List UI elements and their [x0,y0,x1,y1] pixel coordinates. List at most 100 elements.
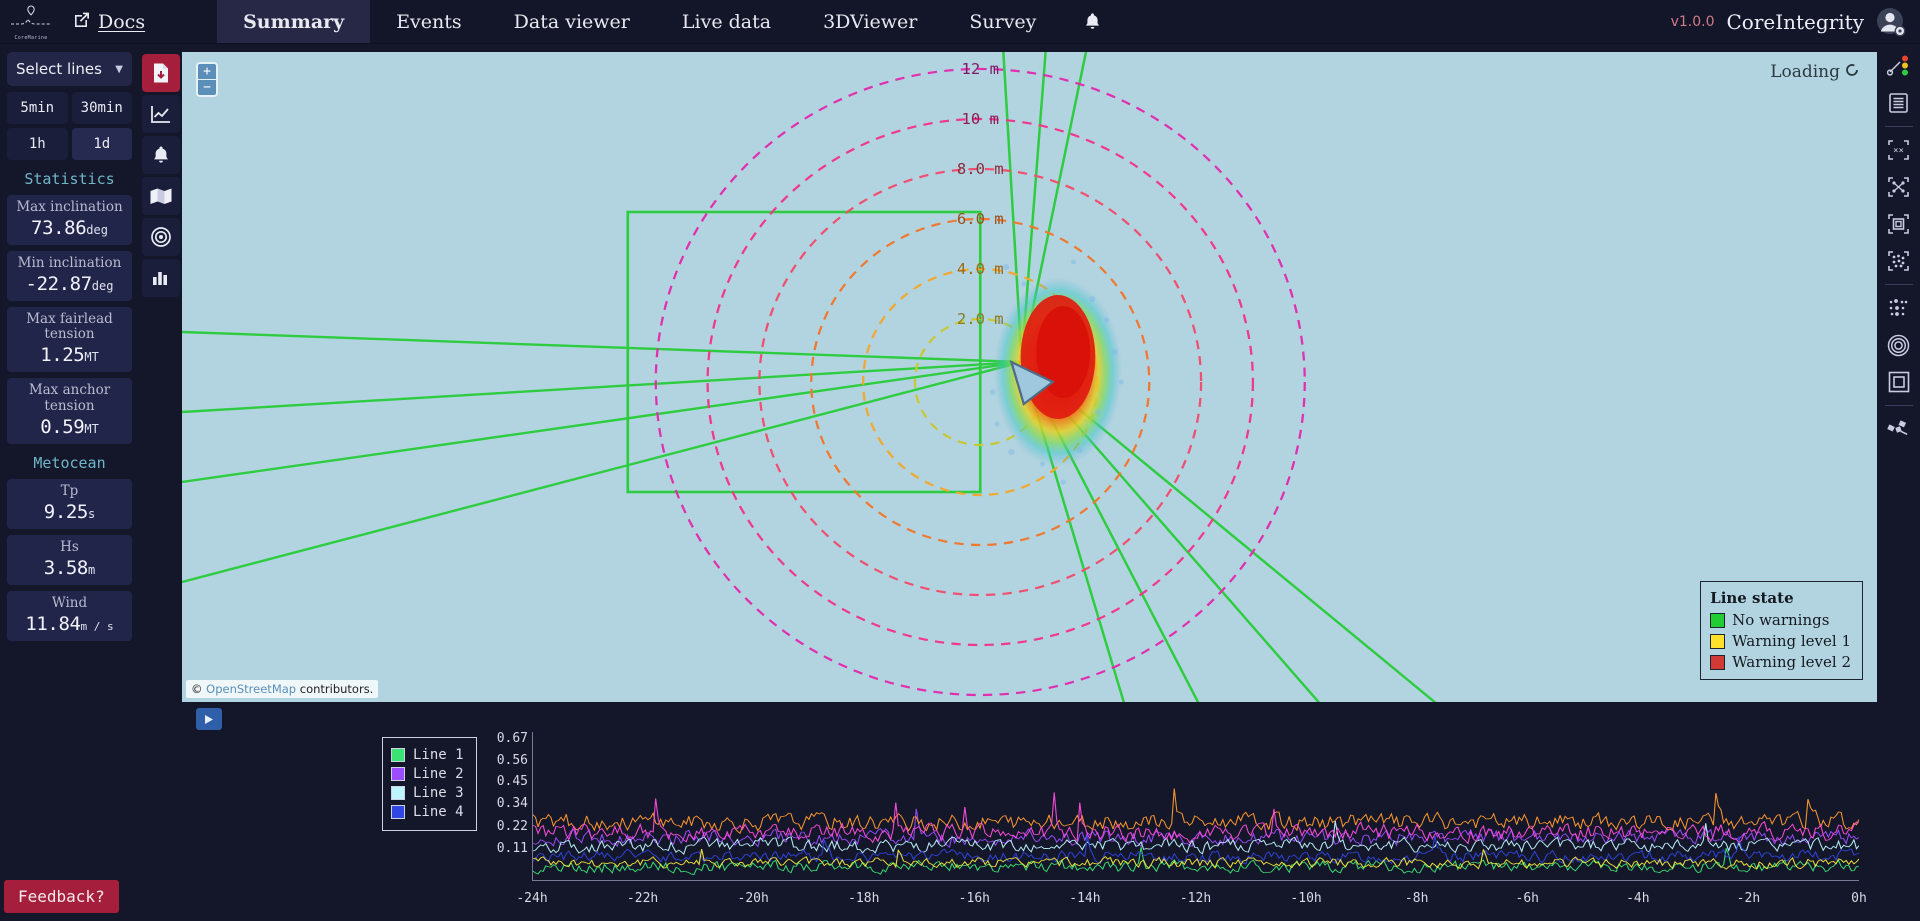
legend-label: No warnings [1732,611,1829,629]
map-icon[interactable] [142,177,180,215]
spinner-icon [1845,62,1859,82]
stat-unit: s [88,507,95,521]
stat-card-max-fairlead-tension: Max fairlead tension 1.25MT [7,307,132,372]
satellite-icon[interactable] [1882,415,1916,443]
dot-grid-icon[interactable] [1882,294,1916,322]
chart-plot-area[interactable] [532,732,1859,881]
stat-number: -22.87 [26,273,92,295]
chart-legend-row-line-3[interactable]: Line 3 [391,785,464,801]
stat-unit: MT [84,422,98,436]
chart-y-tick: 0.56 [497,754,528,767]
user-avatar-icon[interactable] [1876,7,1906,37]
chart-x-tick: -16h [959,891,990,906]
chart-y-tick: 0.45 [497,775,528,788]
stat-card-wind: Wind 11.84m / s [7,591,132,641]
square-crop-icon[interactable] [1882,210,1916,238]
metocean-section-title: Metocean [7,454,132,472]
target-icon[interactable] [142,218,180,256]
chart-legend-row-line-1[interactable]: Line 1 [391,747,464,763]
chart-x-tick: -18h [848,891,879,906]
nav-tab-3dviewer[interactable]: 3DViewer [797,0,943,43]
file-download-icon[interactable] [142,54,180,92]
stat-card-tp: Tp 9.25s [7,479,132,529]
stat-value: 9.25s [11,501,128,523]
nodes-crop-icon[interactable] [1882,173,1916,201]
scatter-crop-icon[interactable]: ×× [1882,136,1916,164]
legend-label: Line 4 [413,804,464,820]
time-btn-1h[interactable]: 1h [7,128,68,160]
legend-swatch-line-3 [391,786,405,800]
chart-x-tick: -24h [516,891,547,906]
nav-tab-summary[interactable]: Summary [217,0,370,43]
nav-tab-data-viewer[interactable]: Data viewer [488,0,656,43]
stat-label: Max fairlead tension [11,312,128,342]
chart-legend-row-line-2[interactable]: Line 2 [391,766,464,782]
external-link-icon [72,10,91,33]
legend-row-no-warnings: No warnings [1710,611,1851,629]
stat-unit: MT [84,350,98,364]
nav-tab-survey[interactable]: Survey [943,0,1062,43]
bell-icon[interactable] [142,136,180,174]
chart-x-tick: -2h [1737,891,1760,906]
legend-swatch-line-1 [391,748,405,762]
stat-number: 0.59 [40,416,84,438]
concentric-rings-icon[interactable] [1882,331,1916,359]
time-btn-5min[interactable]: 5min [7,92,68,124]
stat-label: Max anchor tension [11,383,128,413]
docs-link[interactable]: Docs [72,10,145,33]
legend-label: Warning level 2 [1732,653,1851,671]
stat-card-max-anchor-tension: Max anchor tension 0.59MT [7,378,132,443]
stat-value: 3.58m [11,557,128,579]
stat-label: Max inclination [11,200,128,215]
stat-unit: m [88,563,95,577]
svg-text:4.0 m: 4.0 m [957,260,1004,278]
notifications-bell-icon[interactable] [1062,0,1123,43]
chart-x-tick: -22h [627,891,658,906]
legend-swatch-line-2 [391,767,405,781]
chart-x-tick: -8h [1405,891,1428,906]
traffic-light-icon[interactable] [1882,52,1916,80]
brand-name: CoreMarine [14,35,47,41]
time-btn-1d[interactable]: 1d [72,128,133,160]
nav-tab-live-data[interactable]: Live data [656,0,797,43]
stat-number: 73.86 [31,217,86,239]
stat-unit: m / s [81,620,114,633]
stat-card-min-inclination: Min inclination -22.87deg [7,251,132,301]
play-button[interactable] [196,708,222,730]
rail-separator [1885,126,1913,127]
svg-text:12 m: 12 m [962,60,999,78]
line-chart-icon[interactable] [142,95,180,133]
mooring-map[interactable]: 2.0 m 4.0 m 6.0 m 8.0 m 10 m 12 m + − Lo… [182,52,1877,702]
time-btn-30min[interactable]: 30min [72,92,133,124]
stat-number: 11.84 [25,613,80,635]
document-lines-icon[interactable] [1882,89,1916,117]
svg-text:10 m: 10 m [962,110,999,128]
stat-label: Tp [11,484,128,499]
app-body: Select lines ▼ 5min 30min 1h 1d Statisti… [0,44,1920,921]
openstreetmap-link[interactable]: OpenStreetMap [206,682,296,696]
select-lines-label: Select lines [16,60,102,78]
dots-crop-icon[interactable] [1882,247,1916,275]
brand-logo-block[interactable]: CoreMarine [0,2,62,41]
feedback-button[interactable]: Feedback? [4,880,119,913]
stat-value: 73.86deg [11,217,128,239]
version-label: v1.0.0 [1671,14,1715,30]
legend-row-warning-1: Warning level 1 [1710,632,1851,650]
bar-chart-icon[interactable] [142,259,180,297]
chart-x-tick: -6h [1516,891,1539,906]
select-lines-dropdown[interactable]: Select lines ▼ [7,52,132,86]
app-root: CoreMarine Docs Summary Events Data view… [0,0,1920,921]
chart-legend-row-line-4[interactable]: Line 4 [391,804,464,820]
organization-name: CoreIntegrity [1727,10,1865,34]
zoom-in-button[interactable]: + [198,64,216,79]
loading-label: Loading [1770,62,1840,82]
stat-unit: deg [92,279,114,293]
svg-text:8.0 m: 8.0 m [957,160,1004,178]
zoom-out-button[interactable]: − [198,80,216,95]
chart-x-tick: -4h [1626,891,1649,906]
map-zoom-controls: + − [196,62,218,97]
chart-y-tick: 0.67 [497,732,528,745]
square-outline-icon[interactable] [1882,368,1916,396]
nav-tab-events[interactable]: Events [370,0,487,43]
loading-indicator: Loading [1770,62,1859,82]
